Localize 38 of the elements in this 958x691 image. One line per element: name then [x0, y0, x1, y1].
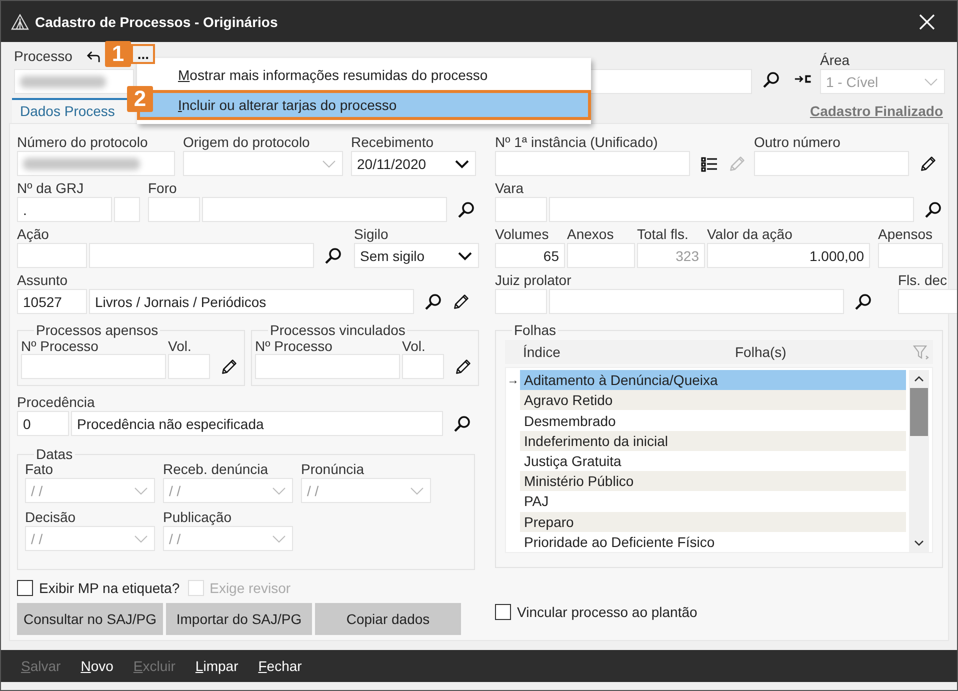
field-label: Nº Processo — [255, 338, 334, 354]
field-label: Nº da GRJ — [17, 180, 85, 196]
field-label: Total fls. — [637, 226, 690, 242]
field-label: Processo — [14, 48, 72, 64]
row-pointer: → — [506, 373, 520, 388]
group-title: Datas — [34, 446, 75, 462]
field-label: Nº Processo — [21, 338, 100, 354]
window-title: Cadastro de Processos - Originários — [35, 14, 279, 30]
field-label: Anexos — [567, 226, 615, 242]
field-label: Pronúncia — [301, 461, 366, 477]
field-label: Ação — [17, 226, 50, 242]
field-label: Publicação — [163, 509, 232, 525]
field-label: Outro número — [754, 134, 842, 150]
field-label: Área — [820, 52, 851, 68]
field-label: Vol. — [168, 338, 192, 354]
field-label: Volumes — [495, 226, 550, 242]
field-label: Receb. denúncia — [163, 461, 270, 477]
field-label: Foro — [148, 180, 178, 196]
field-label: Nº 1ª instância (Unificado) — [495, 134, 659, 150]
field-label: Sigilo — [354, 226, 390, 242]
field-label: Vara — [495, 180, 525, 196]
field-label: Valor da ação — [707, 226, 794, 242]
field-label: Fls. dec — [898, 272, 948, 288]
group-title: Processos apensos — [34, 322, 160, 338]
field-label: Vol. — [402, 338, 426, 354]
step-badge: 1 — [105, 41, 131, 67]
field-label: Origem do protocolo — [183, 134, 311, 150]
field-label: Recebimento — [351, 134, 434, 150]
step-badge: 2 — [127, 86, 153, 112]
field-label: Número do protocolo — [17, 134, 149, 150]
field-label: Apensos — [878, 226, 934, 242]
field-label: Fato — [25, 461, 54, 477]
field-label: Assunto — [17, 272, 69, 288]
group-title: Folhas — [512, 322, 558, 338]
field-label: Decisão — [25, 509, 77, 525]
group-title: Processos vinculados — [268, 322, 408, 338]
field-label: Procedência — [17, 394, 96, 410]
field-label: Juiz prolator — [495, 272, 572, 288]
